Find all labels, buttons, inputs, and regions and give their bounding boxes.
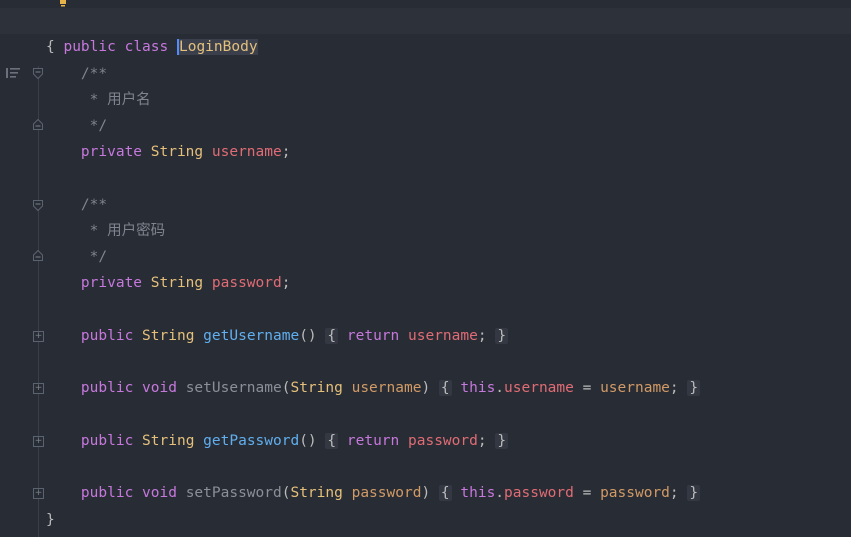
method-name: getPassword: [203, 433, 300, 449]
fold-end-icon[interactable]: [33, 250, 43, 261]
method-name: setPassword: [185, 485, 282, 501]
parameter: password: [351, 485, 422, 501]
fold-guide-line: [38, 66, 39, 537]
field: username: [211, 144, 282, 160]
comment-close: */: [89, 118, 108, 134]
field: password: [211, 275, 282, 291]
code-line-comment[interactable]: * 用户密码: [46, 218, 165, 244]
comment-open: /**: [80, 197, 108, 213]
fold-collapse-icon[interactable]: [33, 68, 43, 79]
fold-end-icon[interactable]: [33, 119, 43, 130]
type: String: [142, 328, 195, 344]
code-line-comment[interactable]: /**: [46, 192, 107, 218]
code-line-set-password[interactable]: public void setPassword(String password)…: [46, 480, 701, 506]
keyword: private: [80, 275, 143, 291]
method-name: getUsername: [203, 328, 300, 344]
fold-expand-icon[interactable]: +: [33, 488, 44, 499]
parameter: password: [600, 485, 670, 501]
bulb-icon[interactable]: [58, 0, 68, 8]
type: String: [142, 433, 195, 449]
code-line-comment[interactable]: * 用户名: [46, 87, 151, 113]
code-line-set-username[interactable]: public void setUsername(String username)…: [46, 375, 701, 401]
keyword: return: [346, 328, 400, 344]
comment-close: */: [89, 249, 108, 265]
keyword: public: [63, 39, 116, 55]
field: password: [408, 433, 478, 449]
code-line-close-brace[interactable]: }: [46, 507, 55, 533]
field: username: [408, 328, 478, 344]
comment-star: *: [89, 92, 99, 108]
code-line-comment[interactable]: */: [46, 113, 107, 139]
keyword: return: [346, 433, 400, 449]
fold-expand-icon[interactable]: +: [33, 331, 44, 342]
keyword: void: [142, 380, 177, 396]
editor-gutter: + + + +: [0, 0, 66, 537]
comment-text: 用户名: [107, 92, 151, 108]
comment-text: 用户密码: [107, 223, 166, 239]
keyword: private: [80, 144, 143, 160]
code-line-get-password[interactable]: public String getPassword() { return pas…: [46, 428, 509, 454]
method-name: setUsername: [185, 380, 282, 396]
parameter: username: [351, 380, 422, 396]
keyword: this: [460, 485, 496, 501]
keyword: public: [80, 380, 134, 396]
code-line-open-brace[interactable]: {: [46, 34, 55, 60]
structure-icon[interactable]: [6, 67, 20, 79]
comment-star: *: [89, 223, 99, 239]
fold-expand-icon[interactable]: +: [33, 436, 44, 447]
brace: }: [46, 512, 55, 528]
keyword: public: [80, 485, 134, 501]
field: username: [504, 380, 574, 396]
code-line-field-password[interactable]: private String password;: [46, 270, 291, 296]
keyword: this: [460, 380, 496, 396]
code-line-comment[interactable]: /**: [46, 61, 107, 87]
fold-expand-icon[interactable]: +: [33, 383, 44, 394]
fold-collapse-icon[interactable]: [33, 200, 43, 211]
type: String: [290, 485, 343, 501]
type: String: [150, 275, 204, 291]
type: String: [150, 144, 204, 160]
code-line-comment[interactable]: */: [46, 244, 107, 270]
code-line-get-username[interactable]: public String getUsername() { return use…: [46, 323, 509, 349]
keyword: class: [124, 39, 169, 55]
comment-open: /**: [80, 66, 108, 82]
code-line-class-decl[interactable]: public class LoginBody: [46, 8, 258, 55]
keyword: public: [80, 433, 134, 449]
type: String: [290, 380, 343, 396]
brace: {: [46, 39, 55, 55]
code-line-field-username[interactable]: private String username;: [46, 139, 291, 165]
parameter: username: [600, 380, 670, 396]
class-name: LoginBody: [176, 39, 258, 55]
field: password: [504, 485, 574, 501]
keyword: public: [80, 328, 134, 344]
keyword: void: [142, 485, 177, 501]
